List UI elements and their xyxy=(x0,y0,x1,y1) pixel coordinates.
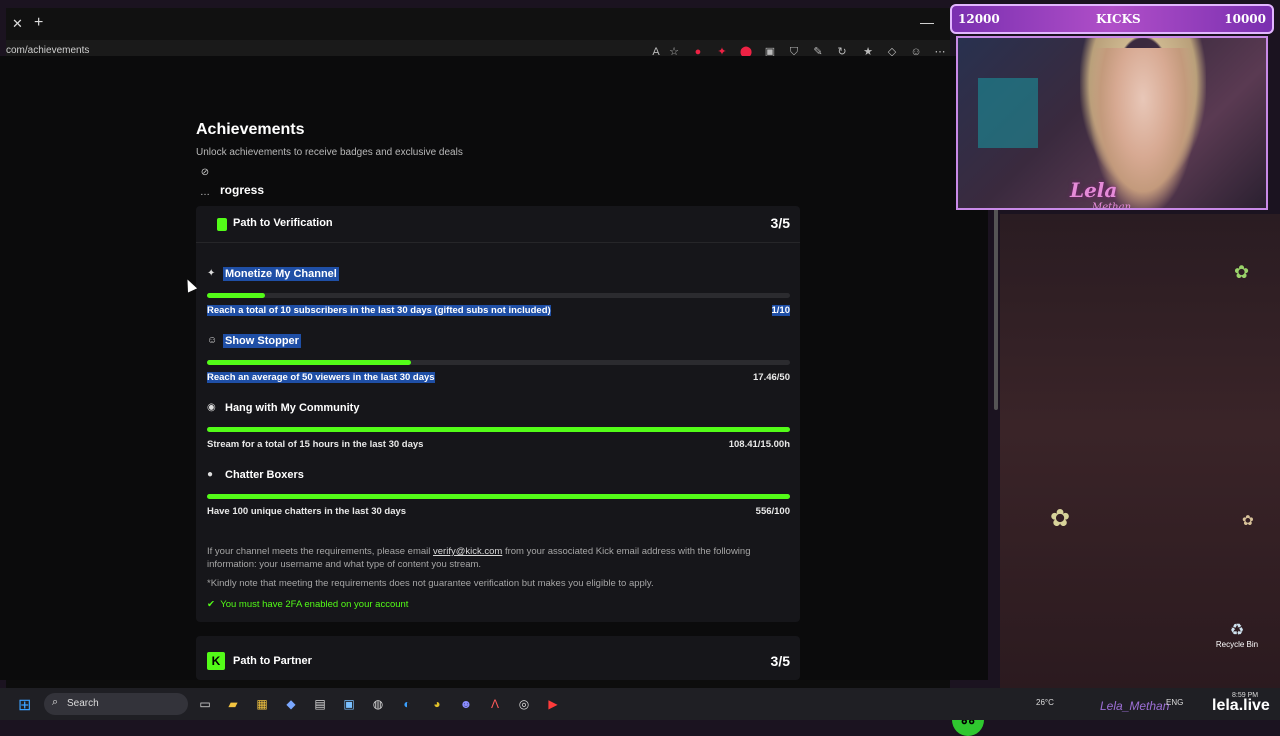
twofa-text: You must have 2FA enabled on your accoun… xyxy=(220,599,409,610)
progress-bar xyxy=(207,494,790,499)
page-subtitle: Unlock achievements to receive badges an… xyxy=(196,147,463,158)
more-icon[interactable]: … xyxy=(198,186,212,200)
progress-fill xyxy=(207,494,790,499)
progress-bar xyxy=(207,360,790,365)
verify-email-link[interactable]: verify@kick.com xyxy=(433,546,502,557)
achievement-title: Chatter Boxers xyxy=(225,469,304,481)
chat-bubble-icon: ● xyxy=(207,469,214,480)
partner-card[interactable]: K Path to Partner 3/5 xyxy=(196,636,800,680)
verification-info: If your channel meets the requirements, … xyxy=(207,545,787,571)
achievement-title: Monetize My Channel xyxy=(223,267,339,281)
verification-icon xyxy=(217,218,227,231)
streamer-handle: Lela_Methan xyxy=(1100,699,1170,713)
store-icon[interactable]: ▣ xyxy=(340,695,358,713)
kicks-goal-bar: 12000 KICKS 10000 xyxy=(950,4,1274,34)
progress-fill xyxy=(207,293,266,298)
progress-bar xyxy=(207,427,790,432)
wallpaper-scene: ✿ ✿ ✿ xyxy=(1000,214,1280,690)
language-indicator[interactable]: ENG xyxy=(1166,698,1183,707)
kicks-goal: 10000 xyxy=(1224,12,1266,26)
weather-text[interactable]: 26°C xyxy=(1036,698,1054,707)
broadcast-icon: ◉ xyxy=(207,402,216,413)
taskbar-search[interactable]: ⌕ Search xyxy=(44,693,188,715)
achievement-value: 556/100 xyxy=(755,506,790,517)
chrome-icon[interactable]: ◕ xyxy=(428,695,446,713)
progress-heading: rogress xyxy=(220,183,265,197)
app-icon[interactable]: ◎ xyxy=(515,695,533,713)
verification-note: *Kindly note that meeting the requiremen… xyxy=(207,578,654,589)
card-score: 3/5 xyxy=(770,653,790,669)
streamer-name-logo: Lela xyxy=(1070,178,1118,202)
kicks-label: KICKS xyxy=(1096,12,1141,26)
taskbar: ⊞ ⌕ Search ▭ ▰ ▦ ◆ ▤ ▣ ◍ ◐ ◕ ☻ Λ ◎ ▶ 26°… xyxy=(0,688,1280,720)
achievement-title: Show Stopper xyxy=(223,334,301,348)
url-text[interactable]: com/achievements xyxy=(6,45,89,56)
edge-icon[interactable]: ◐ xyxy=(398,695,416,713)
app-icon[interactable]: ▦ xyxy=(253,695,271,713)
achievement-value: 1/10 xyxy=(771,305,790,316)
page-title: Achievements xyxy=(196,121,305,138)
desktop: ✕ + — com/achievements A ☆ ● ✦ ⬤ ▣ ⛉ ✎ ↻… xyxy=(0,0,1280,736)
card-title: Path to Verification xyxy=(233,217,333,229)
achievement-requirement: Have 100 unique chatters in the last 30 … xyxy=(207,506,407,517)
progress-fill xyxy=(207,427,790,432)
page-scrollbar[interactable] xyxy=(994,200,998,410)
windows-start-icon[interactable]: ⊞ xyxy=(18,695,31,715)
kick-logo-icon: K xyxy=(207,652,225,670)
youtube-icon[interactable]: ▶ xyxy=(544,695,562,713)
file-explorer-icon[interactable]: ▰ xyxy=(224,695,242,713)
streamer-name-sub: Methan xyxy=(1092,202,1132,210)
achievements-page: Achievements Unlock achievements to rece… xyxy=(0,56,988,736)
achievement-value: 17.46/50 xyxy=(753,372,790,383)
sparkle-icon: ✦ xyxy=(207,268,216,279)
card-title: Path to Partner xyxy=(233,655,312,667)
new-tab-icon[interactable]: + xyxy=(34,14,43,32)
achievement-value: 108.41/15.00h xyxy=(728,439,790,450)
webcam-overlay: Lela Methan xyxy=(956,36,1268,210)
leaf-icon: ✿ xyxy=(1242,512,1254,528)
search-icon: ⌕ xyxy=(52,696,59,708)
achievement-requirement: Stream for a total of 15 hours in the la… xyxy=(207,439,424,450)
verification-card: Path to Verification 3/5 ✦ Monetize My C… xyxy=(196,206,800,622)
recycle-bin[interactable]: ♻ Recycle Bin xyxy=(1214,620,1260,649)
achievement-title: Hang with My Community xyxy=(225,402,360,414)
card-score: 3/5 xyxy=(770,215,790,231)
close-tab-icon[interactable]: ✕ xyxy=(12,16,23,32)
background-light xyxy=(978,78,1038,148)
clock[interactable]: 8:59 PM xyxy=(1232,691,1258,700)
tab-bar: ✕ + — xyxy=(6,8,950,40)
progress-fill xyxy=(207,360,412,365)
recycle-bin-label: Recycle Bin xyxy=(1215,640,1259,649)
recycle-bin-icon: ♻ xyxy=(1229,622,1245,639)
task-view-icon[interactable]: ▭ xyxy=(196,695,214,713)
discord-icon[interactable]: ☻ xyxy=(457,695,475,713)
minimize-icon[interactable]: — xyxy=(920,14,934,30)
leaf-icon: ✿ xyxy=(1050,505,1071,532)
app-icon[interactable]: Λ xyxy=(486,695,504,713)
check-icon: ✔ xyxy=(207,599,215,610)
kicks-current: 12000 xyxy=(958,12,1000,26)
app-icon[interactable]: ◍ xyxy=(369,695,387,713)
achievement-requirement: Reach an average of 50 viewers in the la… xyxy=(207,372,435,383)
twofa-requirement: ✔ You must have 2FA enabled on your acco… xyxy=(207,599,408,610)
search-placeholder: Search xyxy=(67,698,99,709)
leaf-icon: ✿ xyxy=(1234,262,1250,282)
app-icon[interactable]: ◆ xyxy=(282,695,300,713)
progress-bar xyxy=(207,293,790,298)
info-text: If your channel meets the requirements, … xyxy=(207,546,434,557)
divider xyxy=(196,242,800,243)
app-icon[interactable]: ▤ xyxy=(311,695,329,713)
achievement-requirement: Reach a total of 10 subscribers in the l… xyxy=(207,305,551,316)
users-icon: ☺ xyxy=(207,335,218,346)
hide-icon[interactable]: ⊘ xyxy=(198,166,212,180)
